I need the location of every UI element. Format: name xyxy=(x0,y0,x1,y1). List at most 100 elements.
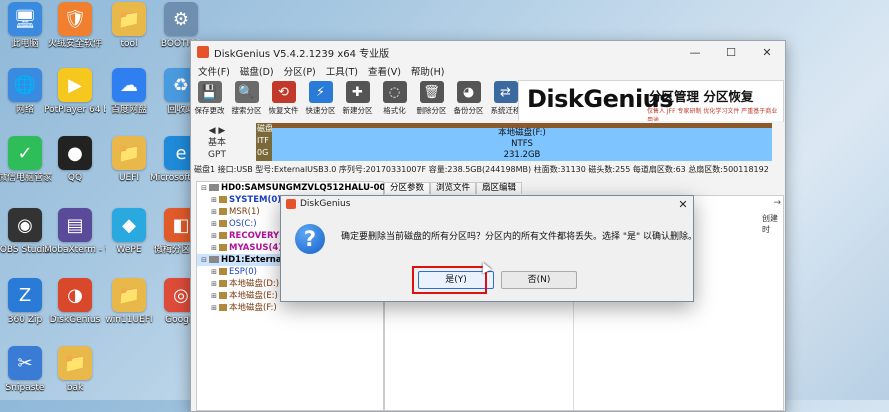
small-partition-block[interactable]: 磁盘 ITF 0G xyxy=(256,123,273,161)
collapse-icon[interactable]: ⊟ xyxy=(199,182,209,194)
desktop-icon[interactable]: 📁 bak xyxy=(44,346,106,394)
expand-icon[interactable]: ⊞ xyxy=(209,302,219,314)
folder-icon: 📁 xyxy=(58,346,92,380)
desktop-icon[interactable]: ▶ PotPlayer 64 bit xyxy=(44,68,106,116)
fire-shield-icon: 🛡 xyxy=(58,2,92,36)
expand-icon[interactable]: ⊞ xyxy=(209,278,219,290)
toolbar-button[interactable]: 🗑 删除分区 xyxy=(413,81,450,116)
disk-nav[interactable]: ◀ ▶ 基本 GPT xyxy=(199,125,235,161)
title-bar[interactable]: DiskGenius V5.4.2.1239 x64 专业版 — ☐ ✕ xyxy=(191,41,785,63)
collapse-icon[interactable]: ⊟ xyxy=(199,254,209,266)
nav-arrows[interactable]: ◀ ▶ xyxy=(199,125,235,137)
partition-icon xyxy=(219,292,227,299)
menu-item[interactable]: 工具(T) xyxy=(321,64,363,78)
toolbar-button-label: 快速分区 xyxy=(305,106,336,115)
tree-disk-hd0[interactable]: ⊟ HD0:SAMSUNGMZVLQ512HALU-000 xyxy=(197,182,391,194)
menu-item[interactable]: 分区(P) xyxy=(279,64,321,78)
quick-partition-icon: ⚡ xyxy=(308,81,333,103)
migrate-icon: ⇄ xyxy=(493,81,518,103)
toolbar-button-label: 删除分区 xyxy=(416,106,447,115)
folder-icon: 📁 xyxy=(112,136,146,170)
tab[interactable]: 扇区编辑 xyxy=(476,182,523,194)
tree-item-label: MSR(1) xyxy=(229,207,260,217)
maximize-icon[interactable]: ☐ xyxy=(713,46,749,59)
highlight-box xyxy=(412,266,487,294)
diskgenius-app-icon xyxy=(286,199,296,209)
new-partition-icon: ✚ xyxy=(345,81,370,103)
desktop-icon[interactable]: 🛡 火绒安全软件 xyxy=(44,2,106,50)
partition-icon xyxy=(219,196,227,203)
expand-icon[interactable]: ⊞ xyxy=(209,230,219,242)
snipaste-icon: ✂ xyxy=(8,346,42,380)
expand-icon[interactable]: ⊞ xyxy=(209,290,219,302)
no-button[interactable]: 否(N) xyxy=(501,271,577,289)
tree-item-label: 本地磁盘(F:) xyxy=(229,303,277,313)
desktop-icon-label: MobaXterm - 快捷方式 xyxy=(44,245,106,255)
computer-icon: 🖥 xyxy=(8,2,42,36)
toolbar-button[interactable]: ◕ 备份分区 xyxy=(450,81,487,116)
folder-icon: 📁 xyxy=(112,2,146,36)
wepe-icon: ◆ xyxy=(112,208,146,242)
format-icon: ◌ xyxy=(382,81,407,103)
tree-item-label: OS(C:) xyxy=(229,219,257,229)
desktop-icon[interactable]: ▤ MobaXterm - 快捷方式 xyxy=(44,208,106,256)
detail-tabs: 分区参数 浏览文件 扇区编辑 xyxy=(384,182,523,194)
tree-item-label: HD0:SAMSUNGMZVLQ512HALU-000 xyxy=(221,183,392,193)
menu-item[interactable]: 文件(F) xyxy=(193,64,235,78)
desktop-icon[interactable]: ◑ DiskGenius xyxy=(44,278,106,326)
partition-block-f[interactable]: 本地磁盘(F:) NTFS 231.2GB xyxy=(272,123,772,161)
menu-item[interactable]: 磁盘(D) xyxy=(235,64,279,78)
tree-item-label: 本地磁盘(D:) xyxy=(229,279,280,289)
partition-size: 231.2GB xyxy=(503,150,541,160)
desktop-icon[interactable]: ● QQ xyxy=(44,136,106,184)
toolbar-button[interactable]: 💾 保存更改 xyxy=(191,81,228,116)
expand-icon[interactable]: ⊞ xyxy=(209,206,219,218)
close-icon[interactable]: ✕ xyxy=(749,46,785,59)
bootice-icon: ⚙ xyxy=(164,2,198,36)
desktop-icon-label: QQ xyxy=(67,173,83,183)
backup-icon: ◕ xyxy=(456,81,481,103)
penguin-icon: ● xyxy=(58,136,92,170)
dialog-close-icon[interactable]: ✕ xyxy=(673,198,693,211)
column-header-created: 创建时 xyxy=(762,214,778,234)
toolbar-button-label: 搜索分区 xyxy=(231,106,262,115)
desktop-icon-label: bak xyxy=(66,383,84,393)
partition-icon xyxy=(219,220,227,227)
menu-item[interactable]: 帮助(H) xyxy=(406,64,450,78)
partition-icon xyxy=(219,280,227,287)
dialog-title-bar[interactable]: DiskGenius ✕ xyxy=(281,196,693,212)
desktop-icon-label: DiskGenius xyxy=(49,315,101,325)
network-icon: 🌐 xyxy=(8,68,42,102)
folder-icon: 📁 xyxy=(112,278,146,312)
disk-info-bar: 磁盘1 接口:USB 型号:ExternalUSB3.0 序列号:2017033… xyxy=(194,165,769,174)
tree-partition[interactable]: ⊞ 本地磁盘(F:) xyxy=(197,302,383,314)
menu-item[interactable]: 查看(V) xyxy=(363,64,406,78)
tree-item-label: MYASUS(4) xyxy=(229,243,283,253)
desktop-icon-label: PotPlayer 64 bit xyxy=(44,105,106,115)
toolbar-button[interactable]: ✚ 新建分区 xyxy=(339,81,376,116)
expand-icon[interactable]: ⊞ xyxy=(209,242,219,254)
toolbar-button[interactable]: ◌ 格式化 xyxy=(376,81,413,116)
tab[interactable]: 分区参数 xyxy=(384,182,431,194)
tree-item-label: SYSTEM(0) xyxy=(229,195,282,205)
partition-icon xyxy=(219,244,227,251)
toolbar-button[interactable]: ⚡ 快速分区 xyxy=(302,81,339,116)
minimize-icon[interactable]: — xyxy=(677,46,713,59)
terminal-icon: ▤ xyxy=(58,208,92,242)
window-title: DiskGenius V5.4.2.1239 x64 专业版 xyxy=(214,48,390,60)
toolbar-button[interactable]: ⟲ 恢复文件 xyxy=(265,81,302,116)
expand-icon[interactable]: ⊞ xyxy=(209,266,219,278)
tab[interactable]: 浏览文件 xyxy=(430,182,477,194)
play-icon: ▶ xyxy=(58,68,92,102)
partition-icon xyxy=(219,268,227,275)
expand-icon[interactable]: ⊞ xyxy=(209,194,219,206)
toolbar-button-label: 恢复文件 xyxy=(268,106,299,115)
partition-icon xyxy=(219,304,227,311)
tree-item-label: 本地磁盘(E:) xyxy=(229,291,278,301)
zip-icon: Z xyxy=(8,278,42,312)
toolbar-button[interactable]: 🔍 搜索分区 xyxy=(228,81,265,116)
arrow-right-icon[interactable]: → xyxy=(773,198,781,208)
expand-icon[interactable]: ⊞ xyxy=(209,218,219,230)
toolbar-button-label: 保存更改 xyxy=(194,106,225,115)
banner: DiskGenius 分区管理 分区恢复 仅售人 JFF 专家研制 优化学习文件… xyxy=(518,80,784,124)
